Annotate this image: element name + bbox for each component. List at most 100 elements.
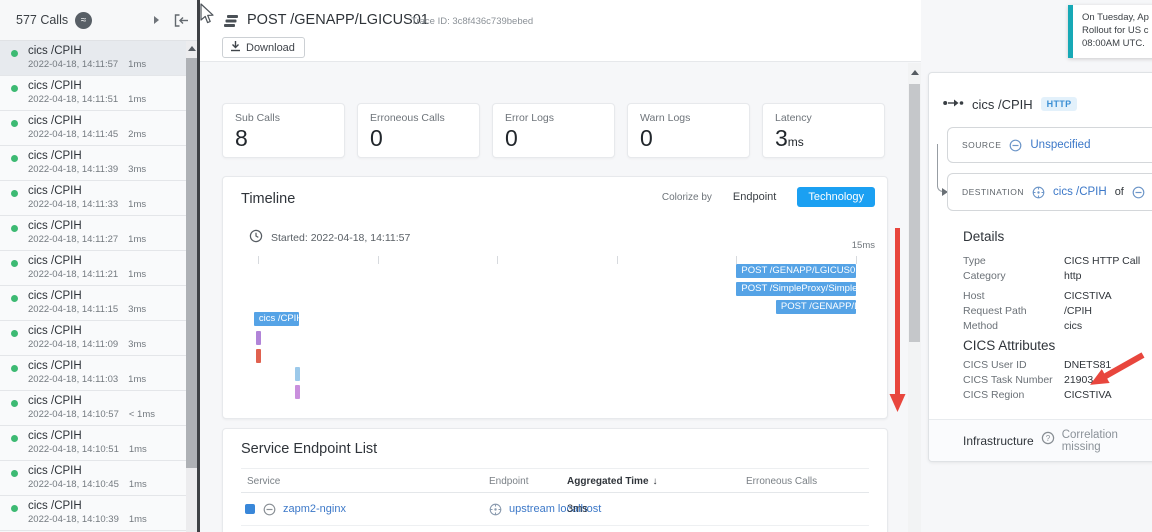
timeline-span-tick[interactable] [255,331,261,345]
column-endpoint[interactable]: Endpoint [489,476,528,487]
badge-glyph: ≈ [80,14,87,26]
call-name: cics /CPIH [28,115,82,127]
live-refresh-badge[interactable]: ≈ [75,11,93,29]
call-duration: 1ms [128,514,147,525]
status-dot-icon [11,260,18,267]
column-service[interactable]: Service [247,476,280,487]
service-link[interactable]: zapm2-nginx [283,503,346,515]
timeline-span[interactable]: POST /SimpleProxy/SimpleProxy [736,282,856,296]
call-list-item[interactable]: cics /CPIH 2022-04-18, 14:10:57 < 1ms [0,391,186,426]
call-list-item[interactable]: cics /CPIH 2022-04-18, 14:11:57 1ms [0,41,186,76]
sidebar-panel-divider[interactable] [197,0,200,532]
detail-row-label: Type [963,254,986,267]
sidebar-header: 577 Calls ≈ [0,0,197,41]
service-type-icon [263,503,276,521]
axis-max-label: 15ms [851,240,875,251]
flow-connector-line [937,144,947,192]
call-name: cics /CPIH [28,465,82,477]
call-name: cics /CPIH [28,220,82,232]
call-list-item[interactable]: cics /CPIH 2022-04-18, 14:11:21 1ms [0,251,186,286]
expand-arrow-icon[interactable] [154,16,159,24]
detail-row-value: 21903 [1064,373,1094,386]
status-dot-icon [11,190,18,197]
status-dot-icon [11,85,18,92]
call-detail-panel: cics /CPIH HTTP SOURCE Unspecified DESTI… [928,72,1152,462]
timeline-span[interactable]: POST /GENAPP/LGICUS01 [736,264,856,278]
sidebar-scrollbar-thumb[interactable] [186,58,197,468]
colorize-endpoint-button[interactable]: Endpoint [722,187,787,207]
detail-row-value: CICSTIVA [1064,388,1112,401]
timeline-span[interactable]: cics /CPIH [253,312,299,326]
call-name: cics /CPIH [28,45,82,57]
status-dot-icon [11,295,18,302]
question-circle-icon[interactable]: ? [1041,431,1055,450]
call-list-item[interactable]: cics /CPIH 2022-04-18, 14:10:45 1ms [0,461,186,496]
endpoint-table-header: Service Endpoint Aggregated Time ↓ Errone… [241,468,869,493]
call-timestamp: 2022-04-18, 14:11:51 [28,94,119,105]
collapse-panel-icon[interactable] [174,13,189,27]
call-list-item[interactable]: cics /CPIH 2022-04-18, 14:11:33 1ms [0,181,186,216]
main-scrollbar-thumb[interactable] [909,84,920,342]
detail-row: Category http [963,268,1152,283]
status-dot-icon [11,120,18,127]
stats-row: Sub Calls 8 Erroneous Calls 0 Error Logs… [222,103,885,158]
trace-header: POST /GENAPP/LGICUS01 Trace ID: 3c8f436c… [200,0,921,62]
axis-tick [258,256,259,264]
timeline-span[interactable]: POST /GENAPP/LGIC... [775,300,856,314]
call-list-item[interactable]: cics /CPIH 2022-04-18, 14:11:03 1ms [0,356,186,391]
details-rows: Type CICS HTTP Call Category http Host C… [963,253,1152,333]
sidebar-scroll-up-icon[interactable] [188,46,196,51]
notification-line-2: Rollout for US c [1082,25,1149,36]
timeline-span-tick[interactable] [295,385,301,399]
page-title: POST /GENAPP/LGICUS01 [247,12,429,28]
detail-call-name: cics /CPIH [972,96,1033,112]
call-list-item[interactable]: cics /CPIH 2022-04-18, 14:10:39 1ms [0,496,186,531]
call-list-item[interactable]: cics /CPIH 2022-04-18, 14:11:27 1ms [0,216,186,251]
detail-row: Type CICS HTTP Call [963,253,1152,268]
call-list-item[interactable]: cics /CPIH 2022-04-18, 14:10:51 1ms [0,426,186,461]
source-box: SOURCE Unspecified [947,127,1152,163]
call-duration: 1ms [128,94,147,105]
call-list-item[interactable]: cics /CPIH 2022-04-18, 14:11:51 1ms [0,76,186,111]
timeline-title: Timeline [241,191,296,207]
detail-row-value: CICSTIVA [1064,289,1112,302]
calls-sidebar: 577 Calls ≈ cics /CPIH 2022-04-18, 14:11… [0,0,200,532]
sort-desc-icon[interactable]: ↓ [653,476,658,487]
stat-label: Error Logs [505,112,555,124]
status-dot-icon [11,225,18,232]
endpoint-table-row[interactable]: zapm2-nginx upstream localhost 3ms [241,493,869,526]
status-dot-icon [11,505,18,512]
call-list-item[interactable]: cics /CPIH 2022-04-18, 14:11:45 2ms [0,111,186,146]
source-link[interactable]: Unspecified [1030,139,1090,151]
timeline-span-tick[interactable] [255,349,261,363]
main-scroll-up-icon[interactable] [911,70,919,75]
call-duration: 1ms [128,479,147,490]
stat-label: Sub Calls [235,112,280,124]
call-list-item[interactable]: cics /CPIH 2022-04-18, 14:11:39 3ms [0,146,186,181]
stat-value: 0 [505,125,518,151]
destination-service-link[interactable]: cics /CPIH [1053,186,1107,198]
call-duration: 1ms [128,199,147,210]
clock-icon [249,229,263,246]
download-button[interactable]: Download [222,37,305,58]
column-erroneous-calls[interactable]: Erroneous Calls [746,476,817,487]
stat-value: 0 [640,125,653,151]
destination-of-label: of [1114,186,1124,198]
call-timestamp: 2022-04-18, 14:11:57 [28,59,119,70]
detail-row: CICS User ID DNETS81 [963,357,1152,372]
call-list-item[interactable]: cics /CPIH 2022-04-18, 14:11:15 3ms [0,286,186,321]
call-timestamp: 2022-04-18, 14:10:51 [28,444,119,455]
timeline-plot: POST /GENAPP/LGICUS01 POST /SimpleProxy/S… [253,264,856,404]
call-timestamp: 2022-04-18, 14:11:09 [28,339,119,350]
column-aggregated-time[interactable]: Aggregated Time ↓ [567,476,658,487]
unspecified-icon [1009,139,1022,152]
call-name: cics /CPIH [28,255,82,267]
call-list-item[interactable]: cics /CPIH 2022-04-18, 14:11:09 3ms [0,321,186,356]
trace-path-icon [943,95,964,113]
call-timestamp: 2022-04-18, 14:11:45 [28,129,119,140]
timeline-span-tick[interactable] [295,367,301,381]
status-dot-icon [11,50,18,57]
colorize-technology-button[interactable]: Technology [797,187,875,207]
call-duration: 3ms [128,339,147,350]
notification-toast[interactable]: On Tuesday, Ap Rollout for US c 08:00AM … [1068,5,1152,58]
